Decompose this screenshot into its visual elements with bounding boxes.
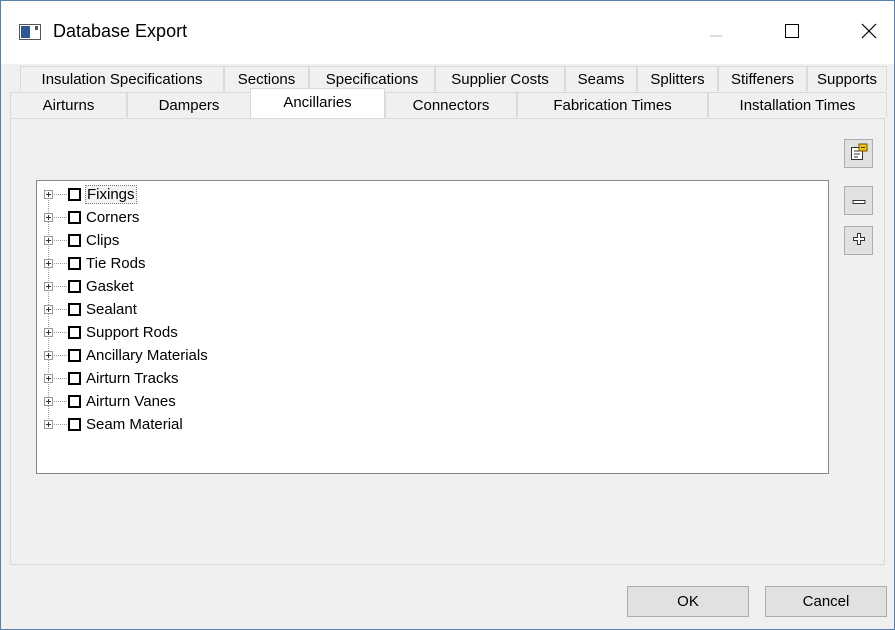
expand-icon[interactable] [44,351,53,360]
expand-icon[interactable] [44,328,53,337]
checkbox[interactable] [68,234,81,247]
tree-branch-line [54,332,67,333]
tree-branch-line [54,240,67,241]
tab-seams[interactable]: Seams [565,66,637,91]
database-export-window: Database Export Insulation Specification… [0,0,895,630]
tab-dampers[interactable]: Dampers [127,92,251,117]
tree-branch-line [54,378,67,379]
checkbox[interactable] [68,257,81,270]
tree-branch-line [54,355,67,356]
checkbox[interactable] [68,303,81,316]
expand-icon[interactable] [44,236,53,245]
checkbox[interactable] [68,211,81,224]
tree-item-label: Airturn Vanes [86,393,176,410]
checkbox[interactable] [68,188,81,201]
expand-icon[interactable] [44,305,53,314]
collapse-minus-icon [852,192,866,209]
title-bar: Database Export [1,1,894,64]
tree-branch-line [54,263,67,264]
ok-button[interactable]: OK [627,586,749,617]
tab-airturns[interactable]: Airturns [10,92,127,117]
ancillaries-tree[interactable]: Fixings Corners Clips Tie Rods Gasket Se… [36,180,829,474]
checkbox[interactable] [68,280,81,293]
expand-icon[interactable] [44,213,53,222]
window-title: Database Export [53,21,188,41]
tree-item-label: Seam Material [86,416,183,433]
tree-branch-line [54,286,67,287]
tab-supplier-costs[interactable]: Supplier Costs [435,66,565,91]
tab-ancillaries[interactable]: Ancillaries [250,88,385,118]
window-app-icon [19,24,41,40]
minimize-icon [710,24,722,41]
tab-strip: Insulation Specifications Sections Speci… [1,64,894,119]
tree-item-label: Tie Rods [86,255,146,272]
tree-item-label: Clips [86,232,120,249]
tree-branch-line [54,309,67,310]
tree-item-label: Fixings [85,185,137,204]
checkbox[interactable] [68,395,81,408]
tab-connectors[interactable]: Connectors [385,92,517,117]
tree-branch-line [54,401,67,402]
expand-icon[interactable] [44,259,53,268]
expand-icon[interactable] [44,397,53,406]
cancel-button[interactable]: Cancel [765,586,887,617]
collapse-all-button[interactable] [844,186,873,215]
tree-item-label: Corners [86,209,140,226]
expand-icon[interactable] [44,282,53,291]
expand-plus-icon [852,232,866,250]
maximize-icon [785,23,799,42]
tab-installation-times[interactable]: Installation Times [708,92,887,117]
tab-splitters[interactable]: Splitters [637,66,718,91]
tree-branch-line [54,424,67,425]
close-button[interactable] [846,1,892,64]
checkbox[interactable] [68,372,81,385]
maximize-button[interactable] [769,1,815,64]
tab-insulation-specifications[interactable]: Insulation Specifications [20,66,224,91]
tab-fabrication-times[interactable]: Fabrication Times [517,92,708,117]
tab-stiffeners[interactable]: Stiffeners [718,66,807,91]
tree-item-label: Ancillary Materials [86,347,208,364]
expand-icon[interactable] [44,420,53,429]
properties-button[interactable] [844,139,873,168]
tree-item-label: Gasket [86,278,134,295]
expand-icon[interactable] [44,190,53,199]
expand-all-button[interactable] [844,226,873,255]
checkbox[interactable] [68,418,81,431]
minimize-button[interactable] [693,1,739,64]
expand-icon[interactable] [44,374,53,383]
tree-item-label: Sealant [86,301,137,318]
properties-icon [850,143,868,165]
tree-item-label: Airturn Tracks [86,370,179,387]
tree-branch-line [54,217,67,218]
close-icon [861,23,877,43]
checkbox[interactable] [68,326,81,339]
tree-item-label: Support Rods [86,324,178,341]
checkbox[interactable] [68,349,81,362]
tree-branch-line [54,194,67,195]
tab-supports[interactable]: Supports [807,66,887,91]
